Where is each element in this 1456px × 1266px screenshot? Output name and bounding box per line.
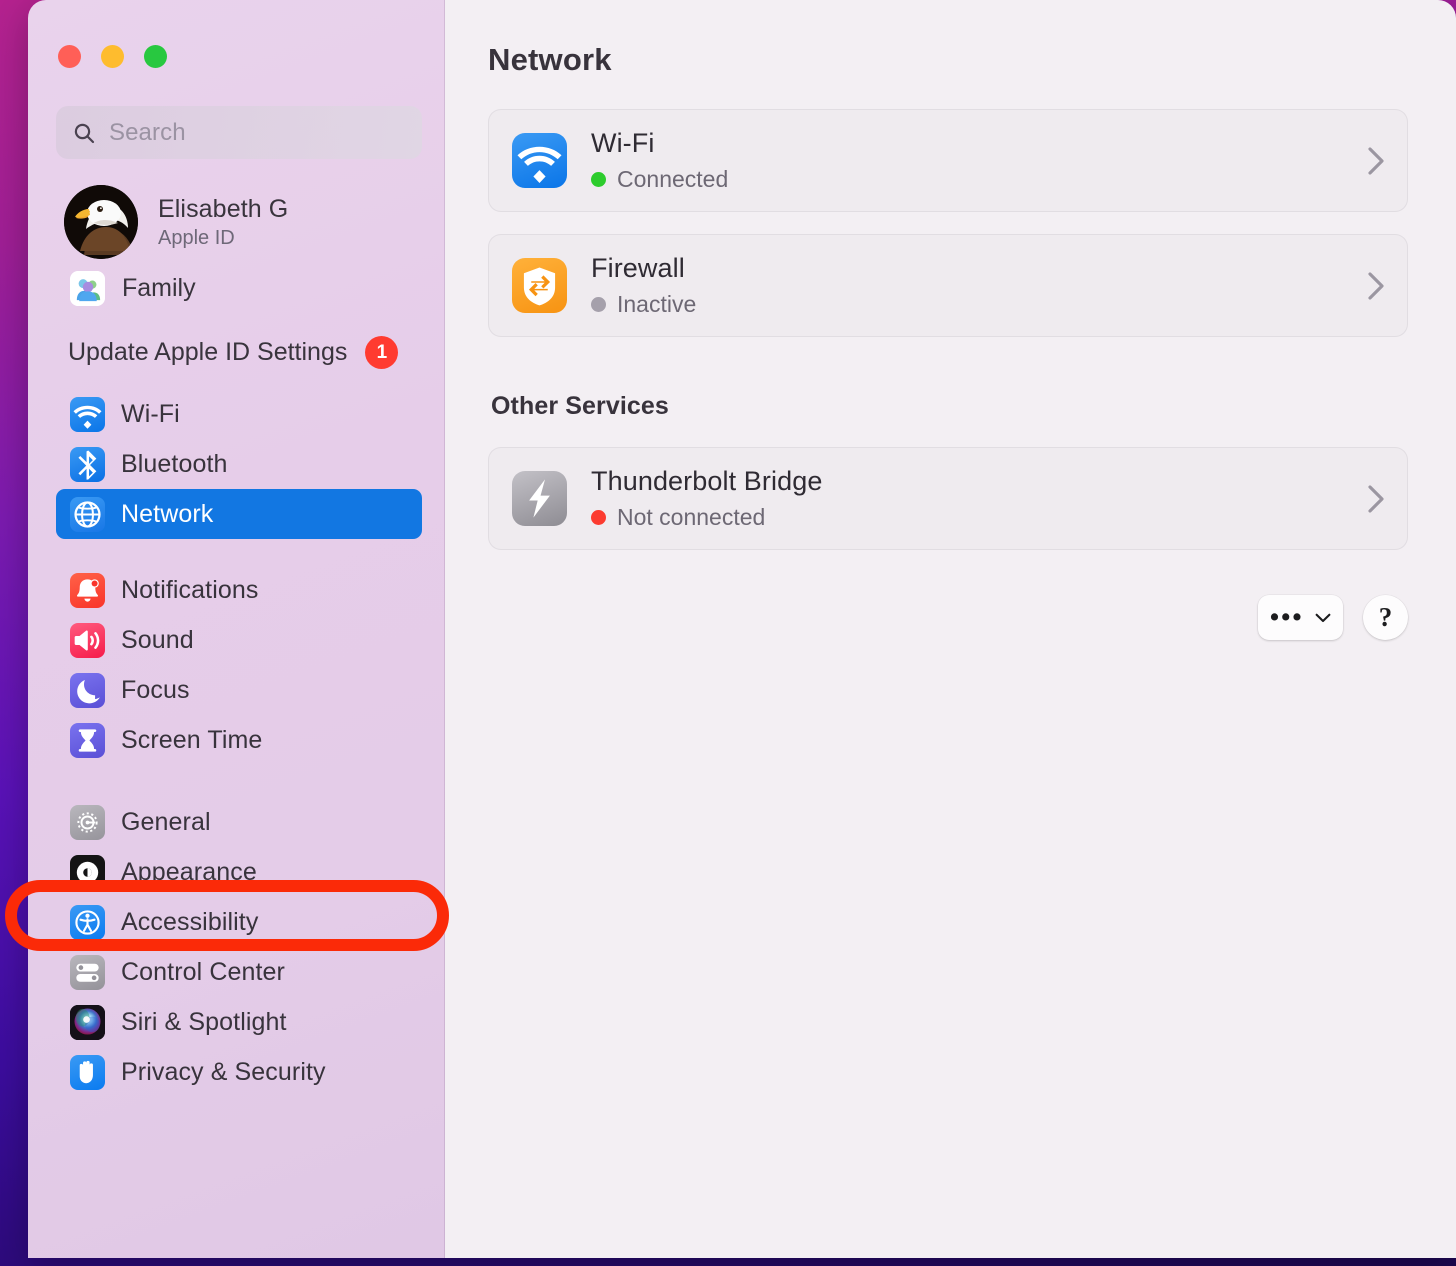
- sidebar-item-label: Control Center: [121, 958, 285, 987]
- sidebar-item-network[interactable]: Network: [56, 489, 422, 539]
- speaker-icon: [70, 623, 105, 658]
- family-icon: [70, 271, 105, 306]
- sidebar-item-label: General: [121, 808, 211, 837]
- chevron-right-icon[interactable]: [1367, 146, 1385, 176]
- sidebar-item-focus[interactable]: Focus: [56, 665, 422, 715]
- bottom-actions: ••• ?: [488, 595, 1408, 640]
- status-text: Connected: [617, 166, 728, 193]
- close-button[interactable]: [58, 45, 81, 68]
- update-apple-id-settings-row[interactable]: Update Apple ID Settings 1: [68, 336, 444, 369]
- sidebar-item-label: Appearance: [121, 858, 257, 887]
- row-title: Firewall: [591, 253, 696, 284]
- sidebar-item-siri-and-spotlight[interactable]: Siri & Spotlight: [56, 997, 422, 1047]
- account-subtitle: Apple ID: [158, 227, 288, 250]
- page-title: Network: [488, 42, 1408, 78]
- status-text: Inactive: [617, 291, 696, 318]
- chevron-right-icon[interactable]: [1367, 271, 1385, 301]
- sidebar-group-preferences: General Appearance: [28, 797, 444, 1097]
- update-apple-id-label: Update Apple ID Settings: [68, 338, 347, 367]
- status-badge: Inactive: [591, 291, 696, 318]
- siri-icon: [70, 1005, 105, 1040]
- hourglass-icon: [70, 723, 105, 758]
- sidebar-item-label: Bluetooth: [121, 450, 228, 479]
- appearance-icon: [70, 855, 105, 890]
- sidebar-item-sound[interactable]: Sound: [56, 615, 422, 665]
- eagle-avatar-icon: [64, 185, 138, 259]
- firewall-shield-icon: [512, 258, 567, 313]
- row-title: Wi-Fi: [591, 128, 728, 159]
- bluetooth-icon: [70, 447, 105, 482]
- sidebar-item-bluetooth[interactable]: Bluetooth: [56, 439, 422, 489]
- sidebar-item-label: Network: [121, 500, 213, 529]
- sidebar-item-screen-time[interactable]: Screen Time: [56, 715, 422, 765]
- content-pane: Network Wi-Fi Connected: [445, 0, 1456, 1258]
- sidebar-item-general[interactable]: General: [56, 797, 422, 847]
- row-title: Thunderbolt Bridge: [591, 466, 822, 497]
- sidebar-item-label: Siri & Spotlight: [121, 1008, 287, 1037]
- status-dot: [591, 297, 606, 312]
- help-button[interactable]: ?: [1363, 595, 1408, 640]
- more-options-button[interactable]: •••: [1258, 595, 1343, 640]
- sidebar-item-label: Focus: [121, 676, 190, 705]
- sidebar: Search Elisabeth G Apple: [28, 0, 445, 1258]
- maximize-button[interactable]: [144, 45, 167, 68]
- bell-icon: [70, 573, 105, 608]
- family-label: Family: [122, 274, 196, 303]
- chevron-right-icon[interactable]: [1367, 484, 1385, 514]
- wifi-icon: [70, 397, 105, 432]
- sidebar-item-family[interactable]: Family: [70, 271, 444, 306]
- sidebar-item-accessibility[interactable]: Accessibility: [56, 897, 422, 947]
- accessibility-icon: [70, 905, 105, 940]
- sidebar-group-connectivity: Wi-Fi Bluetooth: [28, 389, 444, 539]
- account-name: Elisabeth G: [158, 195, 288, 224]
- sidebar-item-privacy-and-security[interactable]: Privacy & Security: [56, 1047, 422, 1097]
- search-icon: [72, 121, 96, 145]
- window-controls: [28, 0, 444, 68]
- status-dot: [591, 510, 606, 525]
- sidebar-item-label: Accessibility: [121, 908, 258, 937]
- network-row-thunderbolt-bridge[interactable]: Thunderbolt Bridge Not connected: [488, 447, 1408, 550]
- sidebar-item-wi-fi[interactable]: Wi-Fi: [56, 389, 422, 439]
- status-badge: Not connected: [591, 504, 822, 531]
- sidebar-item-appearance[interactable]: Appearance: [56, 847, 422, 897]
- sidebar-item-label: Sound: [121, 626, 194, 655]
- sidebar-item-control-center[interactable]: Control Center: [56, 947, 422, 997]
- update-badge: 1: [365, 336, 398, 369]
- system-settings-window: Search Elisabeth G Apple: [28, 0, 1456, 1258]
- sidebar-item-label: Privacy & Security: [121, 1058, 326, 1087]
- sidebar-item-label: Screen Time: [121, 726, 262, 755]
- wifi-icon: [512, 133, 567, 188]
- sidebar-item-label: Wi-Fi: [121, 400, 180, 429]
- sidebar-item-notifications[interactable]: Notifications: [56, 565, 422, 615]
- hand-icon: [70, 1055, 105, 1090]
- section-header-other-services: Other Services: [491, 392, 1408, 421]
- chevron-down-icon: [1315, 613, 1331, 623]
- more-options-label: •••: [1270, 610, 1304, 625]
- search-input[interactable]: Search: [56, 106, 422, 159]
- moon-icon: [70, 673, 105, 708]
- minimize-button[interactable]: [101, 45, 124, 68]
- status-dot: [591, 172, 606, 187]
- network-row-wifi[interactable]: Wi-Fi Connected: [488, 109, 1408, 212]
- search-placeholder: Search: [109, 119, 186, 147]
- gear-icon: [70, 805, 105, 840]
- status-text: Not connected: [617, 504, 765, 531]
- network-row-firewall[interactable]: Firewall Inactive: [488, 234, 1408, 337]
- status-badge: Connected: [591, 166, 728, 193]
- sidebar-group-system: Notifications Sound Focu: [28, 565, 444, 765]
- apple-id-account-row[interactable]: Elisabeth G Apple ID: [64, 185, 444, 259]
- sidebar-item-label: Notifications: [121, 576, 258, 605]
- toggles-icon: [70, 955, 105, 990]
- network-globe-icon: [70, 497, 105, 532]
- thunderbolt-icon: [512, 471, 567, 526]
